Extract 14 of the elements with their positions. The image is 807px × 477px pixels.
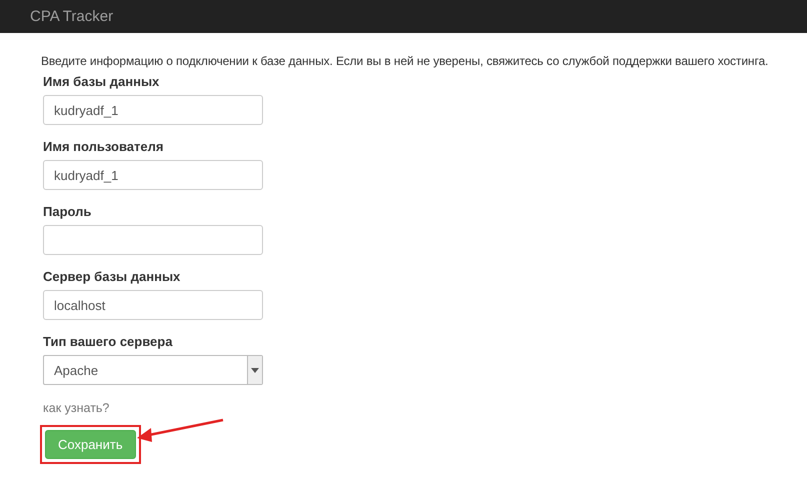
field-label: Имя базы данных [43, 74, 160, 89]
field-label: Сервер базы данных [43, 269, 182, 284]
server-type-select[interactable]: Apache [43, 355, 263, 385]
intro-text: Введите информацию о подключении к базе данных. Если вы в ней не уверены, свяжитесь со службой поддержки вашего хостинга. [41, 54, 770, 68]
field-label: Тип вашего сервера [43, 334, 174, 349]
app-title: CPA Tracker [30, 8, 114, 25]
password-field[interactable] [43, 225, 263, 255]
help-link[interactable]: как узнать? [43, 401, 110, 415]
field-label: Пароль [43, 204, 92, 219]
input-field[interactable]: localhost [43, 290, 263, 320]
input-field[interactable]: kudryadf_1 [43, 160, 263, 190]
field-label: Имя пользователя [43, 139, 164, 154]
input-field[interactable]: kudryadf_1 [43, 95, 263, 125]
caret-icon [251, 368, 259, 372]
